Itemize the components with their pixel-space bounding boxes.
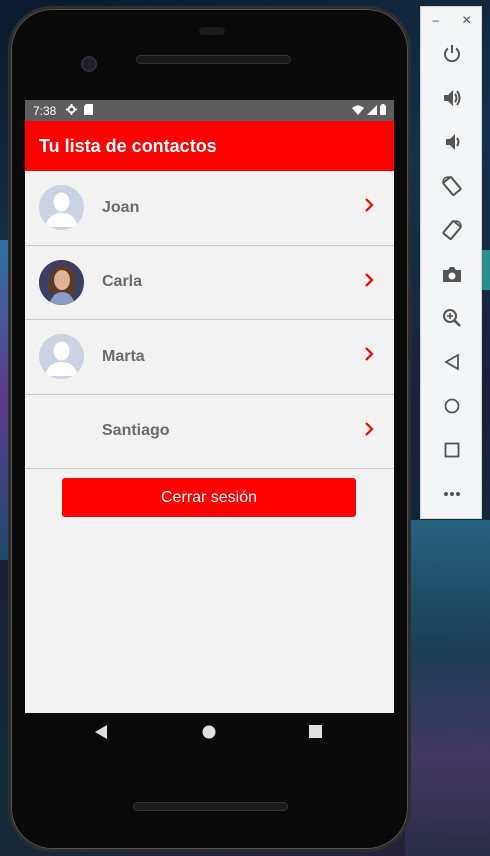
wifi-icon xyxy=(352,104,364,118)
camera-icon[interactable] xyxy=(440,262,464,286)
battery-icon xyxy=(380,103,386,118)
earpiece-sensor xyxy=(199,27,225,35)
page-title: Tu lista de contactos xyxy=(39,135,217,156)
phone-volume-button xyxy=(408,290,412,360)
signal-icon xyxy=(367,104,377,118)
overview-icon[interactable] xyxy=(440,438,464,462)
status-time: 7:38 xyxy=(33,103,57,118)
top-speaker xyxy=(136,55,291,64)
volume-up-icon[interactable] xyxy=(440,86,464,110)
contact-name: Marta xyxy=(102,347,145,365)
nav-home-icon[interactable] xyxy=(202,725,216,744)
logout-button[interactable]: Cerrar sesión xyxy=(62,478,356,517)
status-bar: 7:38 xyxy=(25,100,394,121)
contact-row-marta[interactable]: Marta xyxy=(25,320,394,395)
more-icon[interactable] xyxy=(440,482,464,506)
settings-icon xyxy=(66,103,78,118)
nav-overview-icon[interactable] xyxy=(309,725,322,743)
contact-row-carla[interactable]: Carla xyxy=(25,246,394,320)
contact-row-joan[interactable]: Joan xyxy=(25,171,394,246)
home-icon[interactable] xyxy=(440,394,464,418)
chevron-right-icon[interactable] xyxy=(364,347,374,366)
bottom-speaker xyxy=(133,802,288,811)
power-icon[interactable] xyxy=(440,42,464,66)
rotate-left-icon[interactable] xyxy=(440,174,464,198)
contact-row-santiago[interactable]: Santiago xyxy=(25,395,394,469)
zoom-icon[interactable] xyxy=(440,306,464,330)
emulator-toolbar: – ✕ xyxy=(420,6,482,519)
app-bar: Tu lista de contactos xyxy=(25,121,394,171)
close-icon[interactable]: ✕ xyxy=(462,13,472,27)
chevron-right-icon[interactable] xyxy=(364,272,374,292)
android-nav-bar xyxy=(25,713,394,755)
volume-down-icon[interactable] xyxy=(440,130,464,154)
photo-avatar xyxy=(39,259,84,305)
contact-name: Carla xyxy=(102,273,143,291)
sd-card-icon xyxy=(84,103,94,118)
chevron-right-icon[interactable] xyxy=(364,198,374,217)
rotate-right-icon[interactable] xyxy=(440,218,464,242)
phone-side-button xyxy=(408,226,412,266)
default-avatar xyxy=(39,185,84,231)
minimize-icon[interactable]: – xyxy=(432,13,439,27)
back-icon[interactable] xyxy=(440,350,464,374)
contact-name: Santiago xyxy=(102,422,170,440)
chevron-right-icon[interactable] xyxy=(364,421,374,441)
front-camera xyxy=(81,56,97,72)
app-screen: 7:38 Tu lista de contactos Joan Carla Ma… xyxy=(25,100,394,713)
default-avatar xyxy=(39,334,84,380)
contact-name: Joan xyxy=(102,198,140,216)
nav-back-icon[interactable] xyxy=(95,724,108,744)
